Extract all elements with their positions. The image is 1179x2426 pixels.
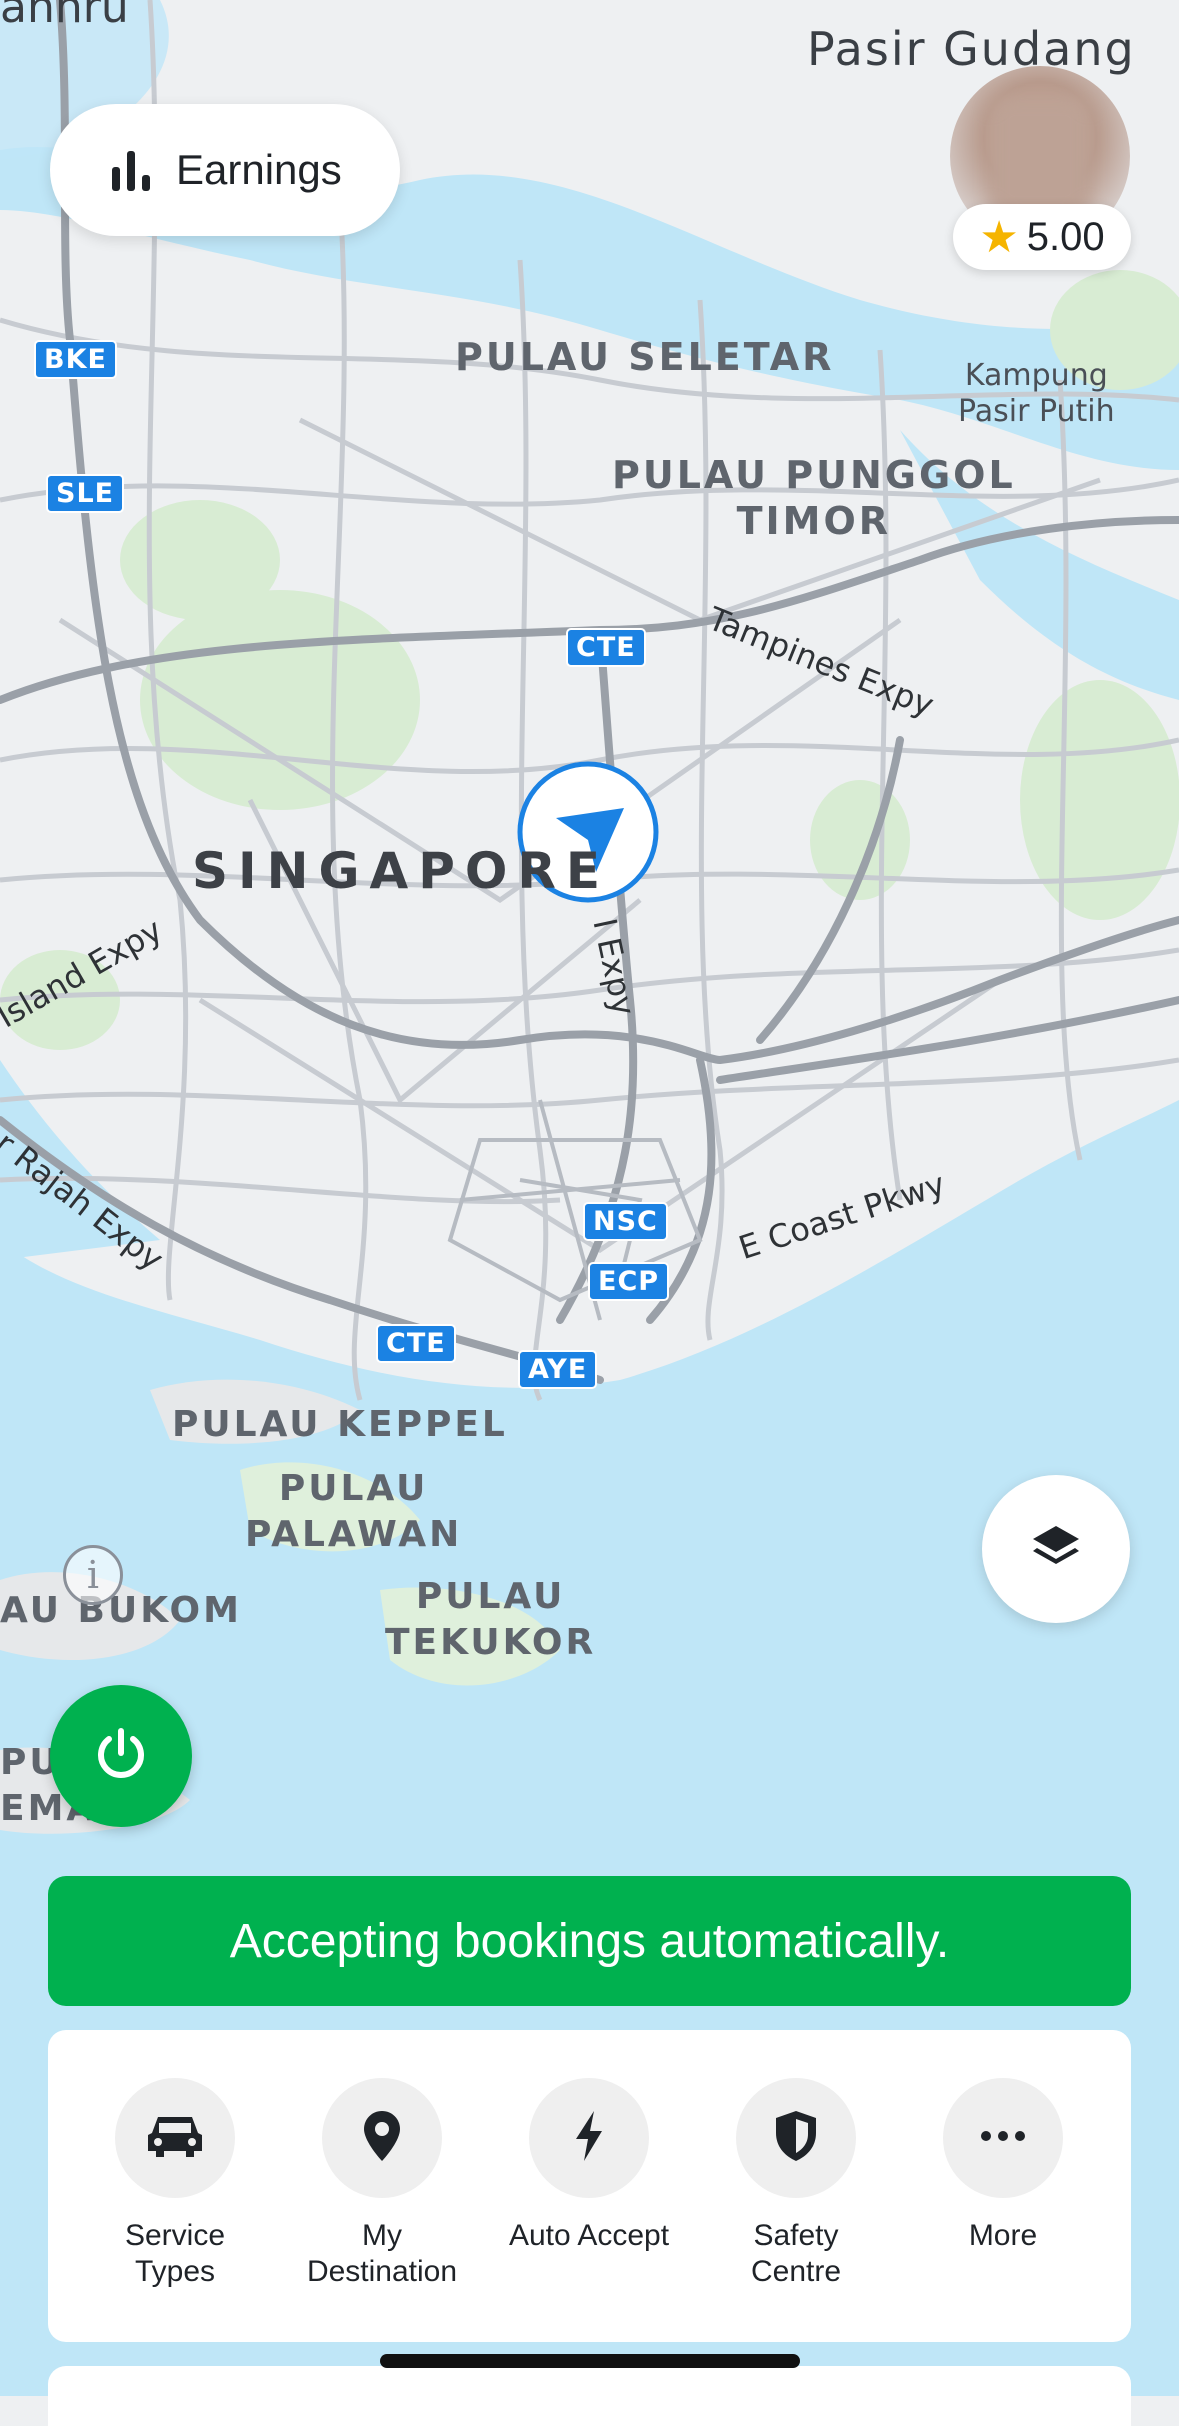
status-banner-text: Accepting bookings automatically. (229, 1914, 950, 1968)
road-shield-aye: AYE (518, 1350, 598, 1389)
map-layers-button[interactable] (982, 1475, 1130, 1623)
road-shield-ecp: ECP (588, 1262, 670, 1301)
safety-centre-button[interactable]: Safety Centre (696, 2078, 896, 2290)
map-label-pulau-bukom: AU BUKOM (0, 1590, 242, 1631)
action-circle (529, 2078, 649, 2198)
map-label-kampung-pasir-putih: Kampung Pasir Putih (958, 358, 1115, 429)
road-shield-cte-south: CTE (376, 1324, 456, 1363)
rating-value: 5.00 (1026, 214, 1105, 259)
earnings-label: Earnings (176, 146, 342, 193)
power-toggle-button[interactable] (50, 1685, 192, 1827)
driver-rating-badge[interactable]: ★ 5.00 (953, 204, 1131, 270)
action-circle (943, 2078, 1063, 2198)
quick-actions-panel: Service Types My Destination Auto Accept… (48, 2030, 1131, 2342)
map-label-singapore: SINGAPORE (192, 842, 611, 900)
action-label: My Destination (306, 2219, 458, 2288)
map-label-anhru: anhru (0, 0, 129, 33)
action-label: Auto Accept (508, 2219, 670, 2252)
power-icon (90, 1723, 152, 1790)
road-shield-nsc: NSC (583, 1202, 668, 1241)
road-shield-cte-north: CTE (566, 628, 646, 667)
bottom-sheet-peek[interactable] (48, 2366, 1131, 2426)
location-pin-icon (362, 2109, 402, 2168)
action-circle (736, 2078, 856, 2198)
road-shield-sle: SLE (46, 474, 125, 513)
map-label-pasir-gudang: Pasir Gudang (807, 22, 1136, 76)
service-types-button[interactable]: Service Types (75, 2078, 275, 2290)
map-label-pulau-tekukor: PULAU TEKUKOR (385, 1576, 597, 1663)
shield-icon (773, 2109, 819, 2168)
map-label-pulau-keppel: PULAU KEPPEL (172, 1404, 508, 1445)
map-label-pulau-palawan: PULAU PALAWAN (245, 1468, 463, 1555)
road-shield-bke: BKE (34, 340, 117, 379)
action-circle (322, 2078, 442, 2198)
earnings-button[interactable]: Earnings (50, 104, 400, 236)
home-indicator[interactable] (380, 2354, 800, 2368)
more-button[interactable]: More (903, 2078, 1103, 2254)
action-circle (115, 2078, 235, 2198)
action-label: Safety Centre (750, 2219, 842, 2288)
layers-icon (1029, 1520, 1083, 1579)
my-destination-button[interactable]: My Destination (282, 2078, 482, 2290)
action-label: More (968, 2219, 1038, 2252)
map-label-pulau-punggol-timor: PULAU PUNGGOL TIMOR (612, 453, 1016, 543)
more-dots-icon (980, 2129, 1026, 2147)
auto-accept-status-banner[interactable]: Accepting bookings automatically. (48, 1876, 1131, 2006)
map-info-icon[interactable]: i (63, 1545, 123, 1605)
map-label-pulau-seletar: PULAU SELETAR (455, 335, 835, 379)
action-label: Service Types (124, 2219, 226, 2288)
lightning-icon (572, 2109, 606, 2168)
bar-chart-icon (108, 147, 154, 193)
car-icon (146, 2111, 204, 2166)
auto-accept-button[interactable]: Auto Accept (489, 2078, 689, 2254)
star-icon: ★ (979, 212, 1019, 262)
